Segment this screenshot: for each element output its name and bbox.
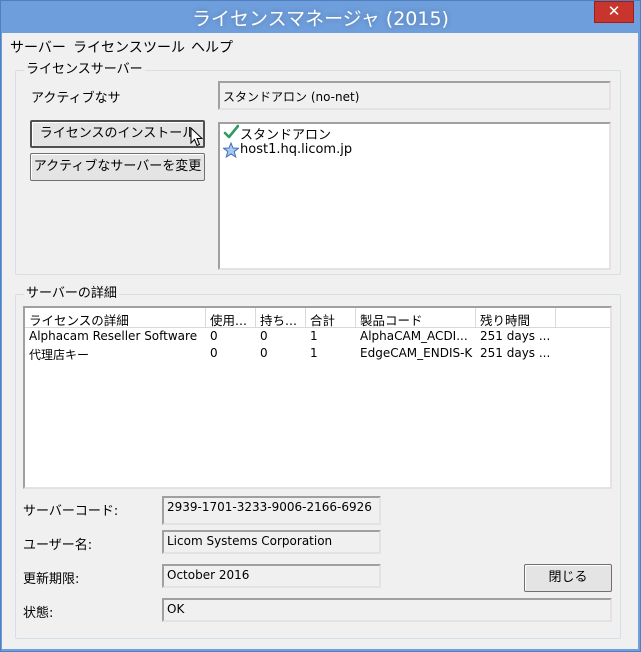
server-name: スタンドアロン [240, 128, 332, 143]
column-header-product-code[interactable]: 製品コード [356, 308, 476, 328]
menu-license[interactable]: ライセンス [73, 37, 143, 57]
column-header-total[interactable]: 合計 [306, 308, 356, 328]
menu-server[interactable]: サーバー [10, 37, 66, 57]
server-name: host1.hq.licom.jp [240, 142, 353, 157]
column-header-used[interactable]: 使用... [206, 308, 256, 328]
license-server-group-label: ライセンスサーバー [24, 62, 145, 78]
change-active-server-button[interactable]: アクティブなサーバーを変更 [30, 153, 205, 181]
column-header-borrowed[interactable]: 持ち... [256, 308, 306, 328]
cell-time-remaining: 251 days ... [480, 346, 551, 360]
cell-product-code: AlphaCAM_ACDI... [360, 329, 468, 343]
star-icon [222, 141, 240, 159]
column-header-time-remaining[interactable]: 残り時間 [476, 308, 556, 328]
cell-total: 1 [310, 346, 318, 360]
cell-total: 1 [310, 329, 318, 343]
cell-product-code: EdgeCAM_ENDIS-K [360, 346, 473, 360]
user-name-field: Licom Systems Corporation [162, 530, 381, 554]
server-details-group-label: サーバーの詳細 [24, 286, 119, 302]
menu-bar: サーバー ライセンス ツール ヘルプ [2, 33, 638, 57]
license-details-table[interactable]: ライセンスの詳細 使用... 持ち... 合計 製品コード 残り時間 Alpha… [23, 306, 612, 489]
column-header-license-details[interactable]: ライセンスの詳細 [25, 308, 206, 328]
cell-license-details: 代理店キー [29, 348, 90, 362]
status-field: OK [162, 598, 612, 622]
menu-tools[interactable]: ツール [143, 37, 185, 57]
server-list[interactable]: スタンドアロン host1.hq.licom.jp [218, 122, 611, 270]
title-bar[interactable]: ライセンスマネージャ (2015) ✕ [1, 1, 640, 33]
window-title: ライセンスマネージャ (2015) [192, 8, 449, 30]
checkmark-icon [223, 124, 240, 140]
mouse-cursor-icon [190, 127, 204, 147]
table-row[interactable]: Alphacam Reseller Software 0 0 1 AlphaCA… [25, 329, 610, 346]
server-code-field: 2939-1701-3233-9006-2166-6926 [162, 496, 381, 525]
cell-license-details: Alphacam Reseller Software [29, 329, 198, 343]
cell-borrowed: 0 [260, 346, 268, 360]
client-area: サーバー ライセンス ツール ヘルプ ライセンスサーバー アクティブなサ スタン… [2, 33, 638, 649]
user-name-label: ユーザー名: [23, 538, 93, 553]
column-header-filler [556, 308, 610, 328]
license-manager-window: ライセンスマネージャ (2015) ✕ サーバー ライセンス ツール ヘルプ ラ… [0, 0, 641, 652]
menu-help[interactable]: ヘルプ [191, 37, 233, 57]
expiry-label: 更新期限: [23, 572, 80, 587]
status-label: 状態: [23, 606, 54, 621]
cell-used: 0 [210, 346, 218, 360]
cell-used: 0 [210, 329, 218, 343]
close-button[interactable]: 閉じる [524, 564, 612, 592]
server-code-label: サーバーコード: [23, 504, 119, 519]
close-window-button[interactable]: ✕ [594, 1, 634, 23]
active-server-label: アクティブなサ [31, 91, 121, 106]
active-server-field: スタンドアロン (no-net) [218, 81, 611, 110]
cell-borrowed: 0 [260, 329, 268, 343]
expiry-field: October 2016 [162, 564, 381, 588]
install-license-button[interactable]: ライセンスのインストール [30, 120, 205, 148]
table-row[interactable]: 代理店キー 0 0 1 EdgeCAM_ENDIS-K 251 days ... [25, 346, 610, 363]
cell-time-remaining: 251 days ... [480, 329, 551, 343]
